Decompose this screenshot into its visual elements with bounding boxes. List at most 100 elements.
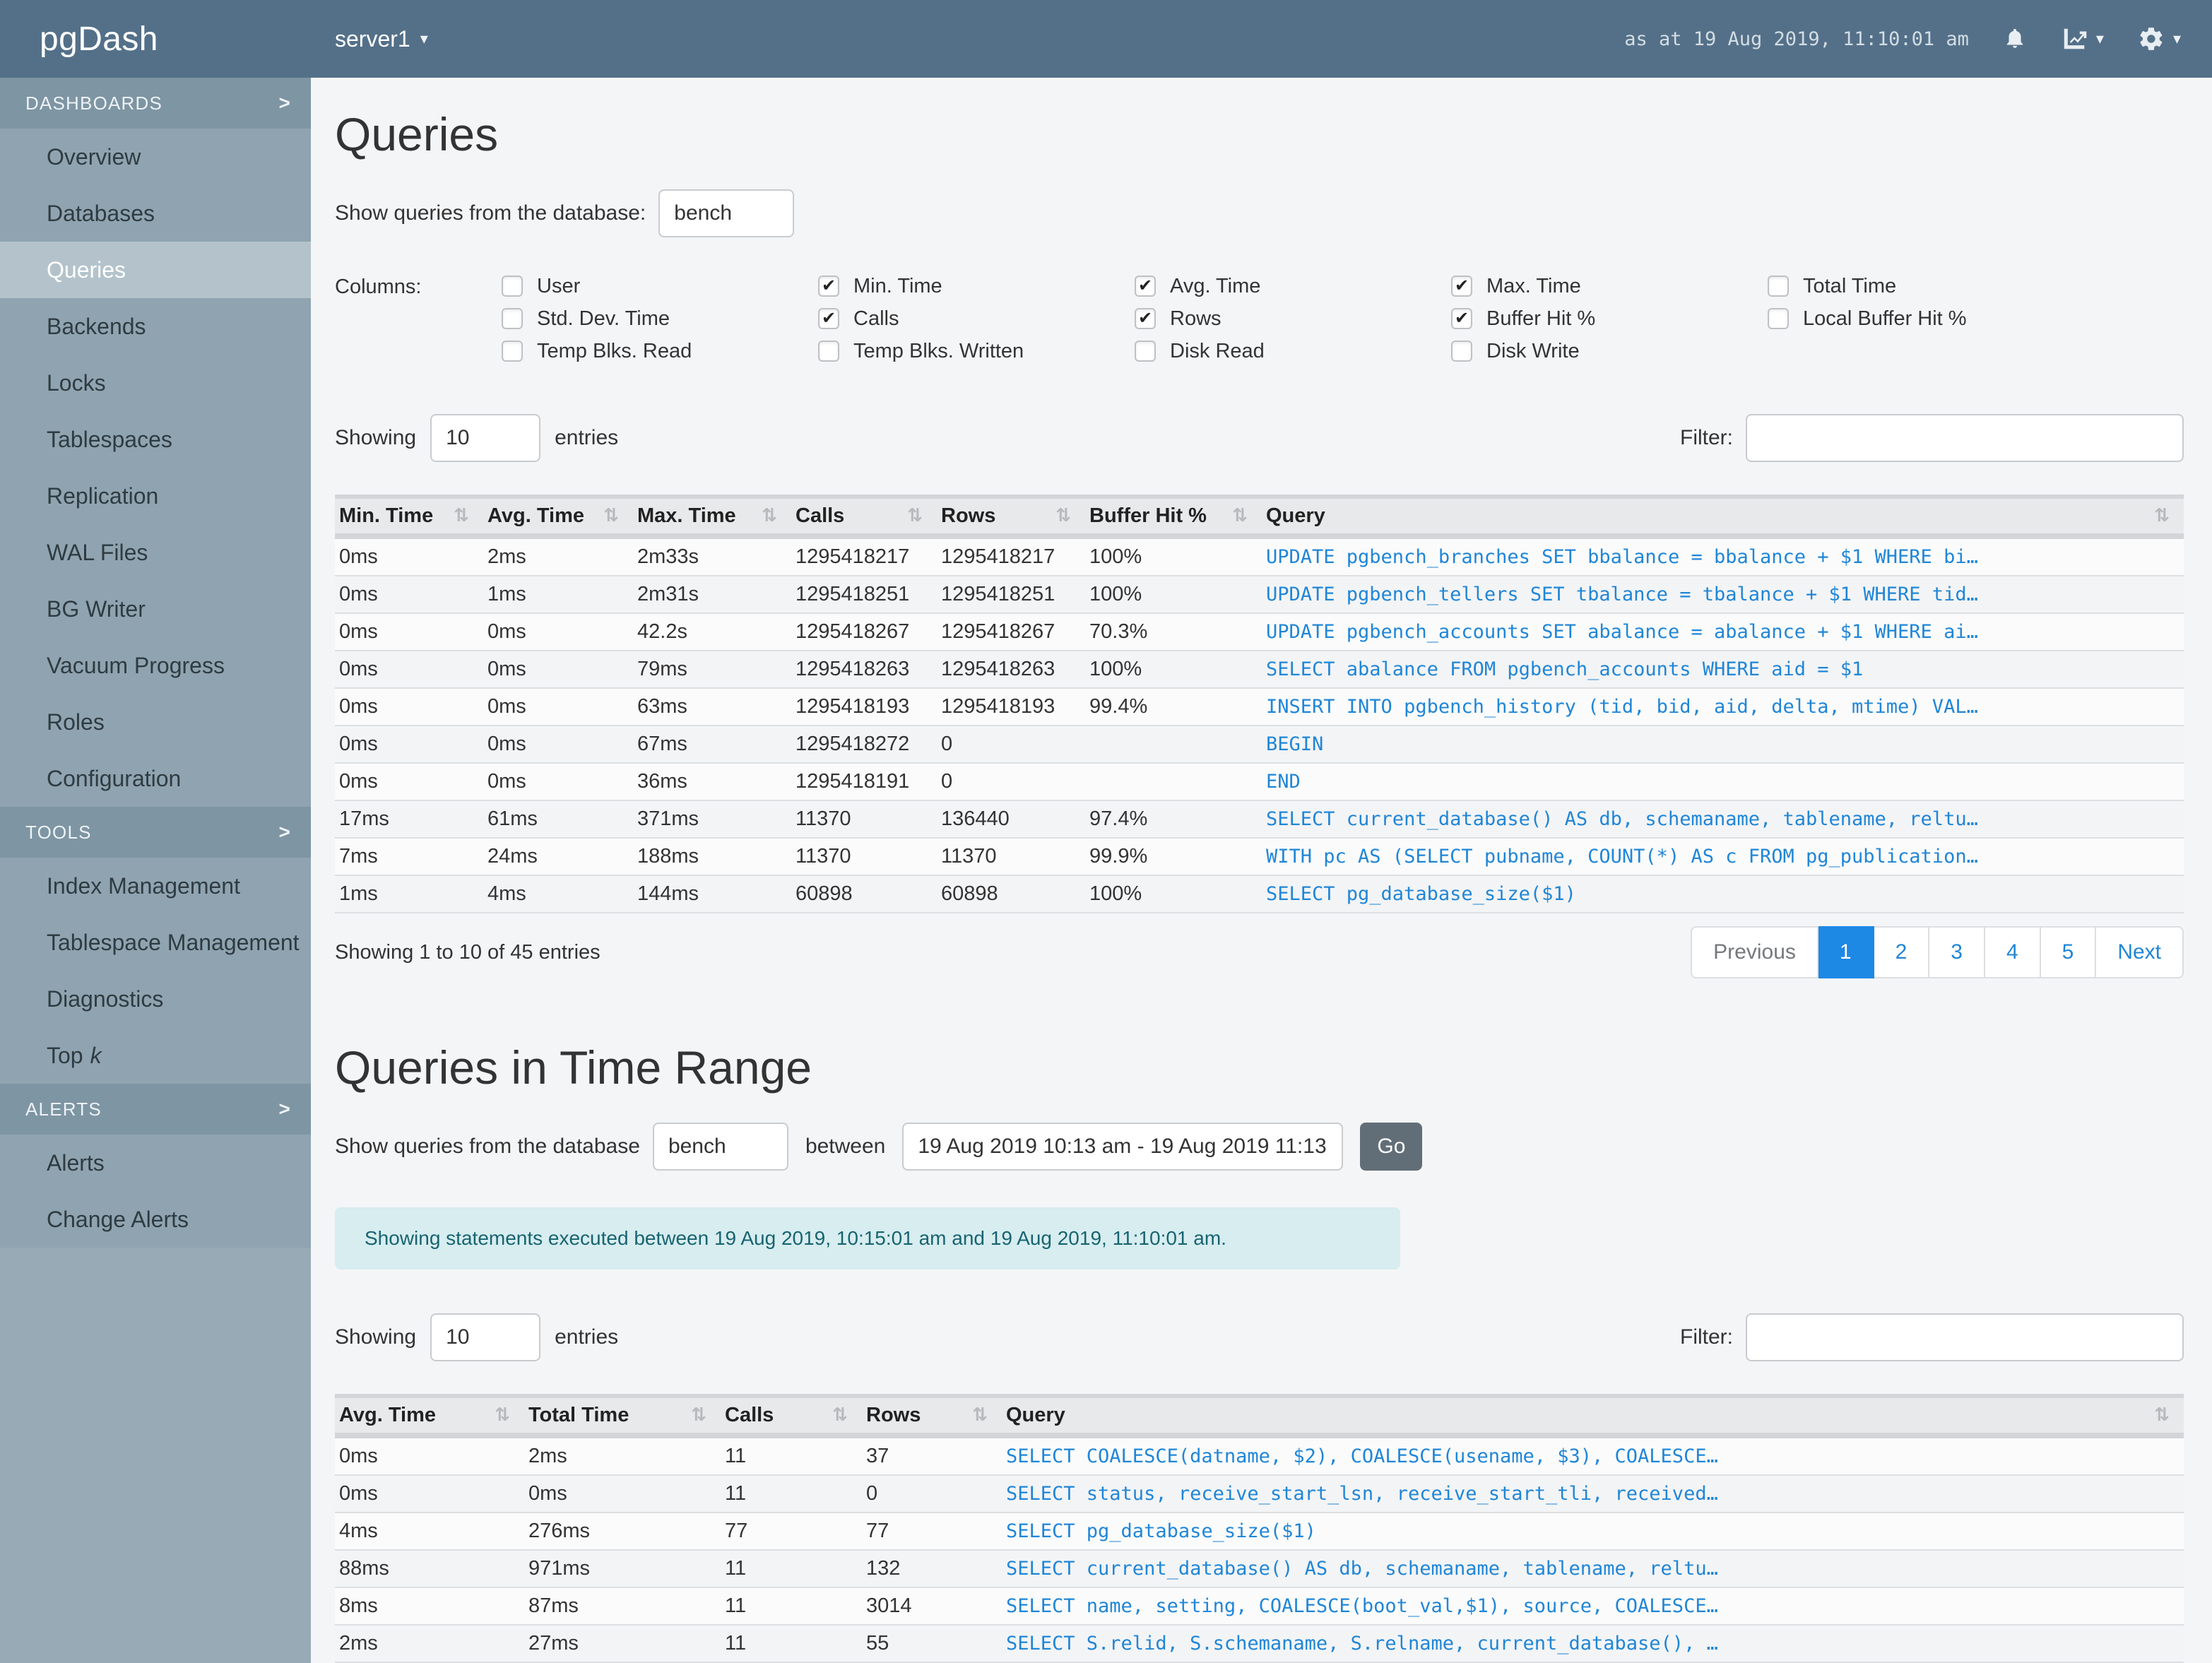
sidebar-item-databases[interactable]: Databases xyxy=(0,185,311,242)
pagination-page-1[interactable]: 1 xyxy=(1818,926,1874,978)
query-link[interactable]: UPDATE pgbench_tellers SET tbalance = tb… xyxy=(1266,584,1978,605)
cell: 8ms xyxy=(335,1587,524,1626)
sidebar-item-index-management[interactable]: Index Management xyxy=(0,858,311,914)
table-row: 4ms 276ms 77 77 SELECT pg_database_size($1) xyxy=(335,1513,2184,1551)
checkbox-total-time[interactable]: Total Time xyxy=(1768,275,2084,297)
query-link[interactable]: INSERT INTO pgbench_history (tid, bid, a… xyxy=(1266,696,1978,718)
column-header-total-time[interactable]: Total Time ⇅ xyxy=(524,1394,721,1438)
entries-count-input[interactable] xyxy=(430,414,541,462)
sidebar-item-roles[interactable]: Roles xyxy=(0,694,311,750)
checkbox-avg-time[interactable]: ✔ Avg. Time xyxy=(1135,275,1451,297)
database-input[interactable] xyxy=(658,189,795,237)
query-link[interactable]: UPDATE pgbench_accounts SET abalance = a… xyxy=(1266,621,1978,643)
notifications-button[interactable] xyxy=(2003,25,2027,52)
pagination: Previous 1 2 3 4 5 Next xyxy=(1691,926,2184,978)
pagination-page-2[interactable]: 2 xyxy=(1874,926,1930,978)
sidebar-item-alerts[interactable]: Alerts xyxy=(0,1135,311,1191)
column-header-min-time[interactable]: Min. Time ⇅ xyxy=(335,495,483,539)
query-link[interactable]: SELECT pg_database_size($1) xyxy=(1006,1520,1316,1542)
checkbox-min-time[interactable]: ✔ Min. Time xyxy=(818,275,1135,297)
query-link[interactable]: SELECT S.relid, S.schemaname, S.relname,… xyxy=(1006,1633,1718,1655)
query-link[interactable]: SELECT pg_database_size($1) xyxy=(1266,883,1576,905)
cell: 1295418217 xyxy=(791,536,937,576)
checkbox-disk-write[interactable]: Disk Write xyxy=(1451,340,1768,362)
query-link[interactable]: SELECT current_database() AS db, scheman… xyxy=(1266,808,1978,830)
cell: 136440 xyxy=(937,800,1085,839)
checkbox-temp-blks-written[interactable]: Temp Blks. Written xyxy=(818,340,1135,362)
checkbox-checked-icon: ✔ xyxy=(1451,308,1472,329)
column-header-query[interactable]: Query ⇅ xyxy=(1002,1394,2184,1438)
checkbox-temp-blks-read[interactable]: Temp Blks. Read xyxy=(502,340,818,362)
query-link[interactable]: SELECT name, setting, COALESCE(boot_val,… xyxy=(1006,1595,1718,1617)
pagination-page-5[interactable]: 5 xyxy=(2040,926,2097,978)
pagination-next[interactable]: Next xyxy=(2096,926,2184,978)
sidebar-item-replication[interactable]: Replication xyxy=(0,468,311,524)
sidebar-item-change-alerts[interactable]: Change Alerts xyxy=(0,1191,311,1248)
pagination-previous[interactable]: Previous xyxy=(1691,926,1818,978)
sidebar-section-tools[interactable]: TOOLS > xyxy=(0,807,311,858)
column-header-query[interactable]: Query ⇅ xyxy=(1262,495,2184,539)
date-range-input[interactable] xyxy=(902,1123,1344,1171)
query-link[interactable]: SELECT status, receive_start_lsn, receiv… xyxy=(1006,1483,1718,1505)
sidebar-item-diagnostics[interactable]: Diagnostics xyxy=(0,971,311,1027)
table-row: 0ms 0ms 36ms 1295418191 0 END xyxy=(335,763,2184,801)
entries-count-input[interactable] xyxy=(430,1313,541,1361)
query-link[interactable]: BEGIN xyxy=(1266,733,1323,755)
sidebar-item-overview[interactable]: Overview xyxy=(0,129,311,185)
sidebar-item-locks[interactable]: Locks xyxy=(0,355,311,411)
column-header-calls[interactable]: Calls ⇅ xyxy=(721,1394,862,1438)
query-link[interactable]: WITH pc AS (SELECT pubname, COUNT(*) AS … xyxy=(1266,846,1978,868)
checkbox-max-time[interactable]: ✔ Max. Time xyxy=(1451,275,1768,297)
query-link[interactable]: UPDATE pgbench_branches SET bbalance = b… xyxy=(1266,546,1978,568)
pagination-page-3[interactable]: 3 xyxy=(1929,926,1985,978)
sidebar-item-configuration[interactable]: Configuration xyxy=(0,750,311,807)
sidebar-section-alerts[interactable]: ALERTS > xyxy=(0,1084,311,1135)
table-row: 8ms 87ms 11 3014 SELECT name, setting, COALE… xyxy=(335,1587,2184,1626)
sidebar-item-tablespaces[interactable]: Tablespaces xyxy=(0,411,311,468)
go-button[interactable]: Go xyxy=(1360,1123,1423,1171)
column-header-buffer-hit[interactable]: Buffer Hit % ⇅ xyxy=(1085,495,1262,539)
queries-table: Min. Time ⇅ Avg. Time ⇅ Max. Time ⇅ Calls ⇅ Rows… xyxy=(335,495,2184,913)
checkbox-rows[interactable]: ✔ Rows xyxy=(1135,307,1451,330)
checkbox-buffer-hit[interactable]: ✔ Buffer Hit % xyxy=(1451,307,1768,330)
filter-input[interactable] xyxy=(1746,414,2184,462)
chevron-down-icon: ▾ xyxy=(2172,30,2181,47)
sidebar-item-vacuum-progress[interactable]: Vacuum Progress xyxy=(0,637,311,694)
query-link[interactable]: SELECT current_database() AS db, scheman… xyxy=(1006,1558,1718,1580)
charts-menu-button[interactable]: ▾ xyxy=(2061,25,2104,52)
database-input[interactable] xyxy=(652,1123,788,1171)
column-header-rows[interactable]: Rows ⇅ xyxy=(862,1394,1002,1438)
column-header-rows[interactable]: Rows ⇅ xyxy=(937,495,1085,539)
sidebar-item-bg-writer[interactable]: BG Writer xyxy=(0,581,311,637)
pagination-page-4[interactable]: 4 xyxy=(1985,926,2041,978)
filter-input[interactable] xyxy=(1746,1313,2184,1361)
checkbox-local-buffer-hit[interactable]: Local Buffer Hit % xyxy=(1768,307,2084,330)
checkbox-disk-read[interactable]: Disk Read xyxy=(1135,339,1451,362)
checkbox-checked-icon: ✔ xyxy=(1135,308,1156,329)
column-header-avg-time[interactable]: Avg. Time ⇅ xyxy=(335,1394,524,1438)
column-header-avg-time[interactable]: Avg. Time ⇅ xyxy=(483,495,633,539)
checkbox-std-dev-time[interactable]: Std. Dev. Time xyxy=(502,307,818,330)
cell: 1ms xyxy=(335,875,483,913)
checkbox-calls[interactable]: ✔ Calls xyxy=(818,307,1135,330)
info-alert: Showing statements executed between 19 A… xyxy=(335,1207,1400,1270)
settings-menu-button[interactable]: ▾ xyxy=(2138,25,2181,52)
cell: 37 xyxy=(862,1436,1002,1476)
server-selector[interactable]: server1 ▾ xyxy=(335,26,428,52)
sidebar-item-queries[interactable]: Queries xyxy=(0,242,311,298)
column-header-max-time[interactable]: Max. Time ⇅ xyxy=(633,495,791,539)
query-link[interactable]: SELECT COALESCE(datname, $2), COALESCE(u… xyxy=(1006,1445,1718,1467)
cell: 0ms xyxy=(335,536,483,576)
sidebar-item-backends[interactable]: Backends xyxy=(0,298,311,355)
checkbox-label: Disk Read xyxy=(1170,339,1265,362)
query-link[interactable]: SELECT abalance FROM pgbench_accounts WH… xyxy=(1266,658,1863,680)
column-header-calls[interactable]: Calls ⇅ xyxy=(791,495,937,539)
sidebar-section-dashboards[interactable]: DASHBOARDS > xyxy=(0,78,311,129)
sidebar-item-wal-files[interactable]: WAL Files xyxy=(0,524,311,581)
sidebar-item-tablespace-management[interactable]: Tablespace Management xyxy=(0,914,311,971)
column-header-label: Calls xyxy=(796,504,845,527)
column-header-label: Query xyxy=(1266,504,1325,527)
sidebar-item-top-k[interactable]: Top k xyxy=(0,1027,311,1084)
checkbox-user[interactable]: User xyxy=(502,275,818,297)
query-link[interactable]: END xyxy=(1266,771,1301,793)
